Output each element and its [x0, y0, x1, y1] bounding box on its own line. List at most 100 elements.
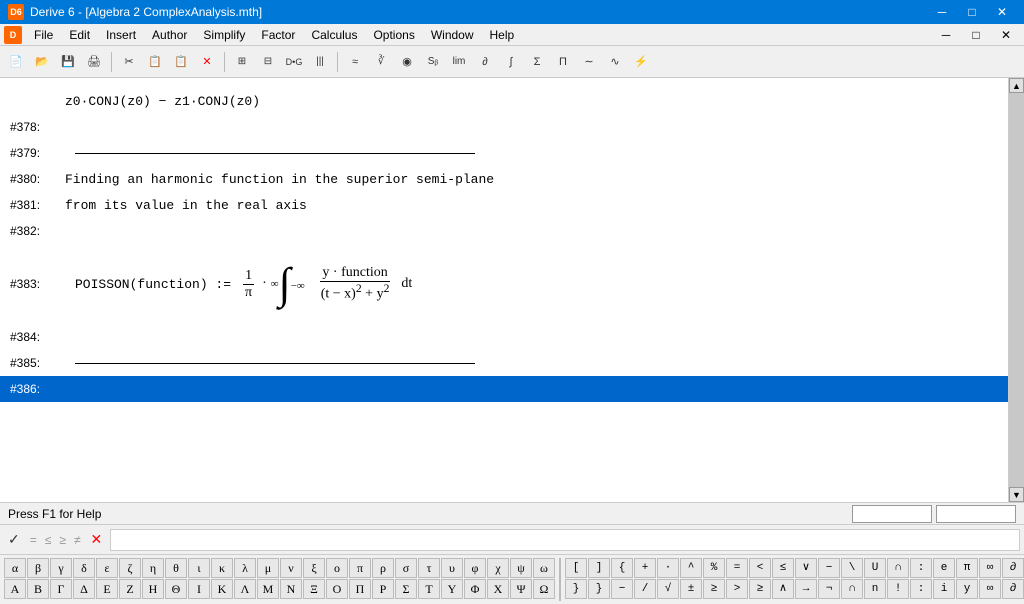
tb-partial[interactable]: ∂: [473, 50, 497, 74]
gk-tau-upper[interactable]: Τ: [418, 579, 440, 599]
op-plus[interactable]: +: [634, 558, 656, 578]
tb-sub[interactable]: Sᵦ: [421, 50, 445, 74]
tb-integral[interactable]: ∫: [499, 50, 523, 74]
gk-tau-lower[interactable]: τ: [418, 558, 440, 578]
tb-matrix[interactable]: ⊞: [230, 50, 254, 74]
inner-restore[interactable]: □: [962, 26, 990, 44]
inner-minimize[interactable]: ─: [932, 26, 960, 44]
op-pi[interactable]: π: [956, 558, 978, 578]
op-inf[interactable]: ∞: [979, 558, 1001, 578]
gk-psi-upper[interactable]: Ψ: [510, 579, 532, 599]
gk-phi-lower[interactable]: φ: [464, 558, 486, 578]
gk-delta-lower[interactable]: δ: [73, 558, 95, 578]
op-bracket-close[interactable]: ]: [588, 558, 610, 578]
gk-gamma-lower[interactable]: γ: [50, 558, 72, 578]
scroll-down[interactable]: ▼: [1009, 487, 1024, 502]
menu-insert[interactable]: Insert: [98, 26, 144, 44]
gk-psi-lower[interactable]: ψ: [510, 558, 532, 578]
menu-help[interactable]: Help: [482, 26, 523, 44]
menu-window[interactable]: Window: [423, 26, 482, 44]
scroll-up[interactable]: ▲: [1009, 78, 1024, 93]
gk-sigma-upper[interactable]: Σ: [395, 579, 417, 599]
op-minus[interactable]: −: [818, 558, 840, 578]
op-factorial[interactable]: !: [887, 579, 909, 599]
op-backslash[interactable]: \: [841, 558, 863, 578]
gk-kappa-upper[interactable]: Κ: [211, 579, 233, 599]
gk-xi-lower[interactable]: ξ: [303, 558, 325, 578]
tb-dg[interactable]: D•G: [282, 50, 306, 74]
gk-upsilon-upper[interactable]: Υ: [441, 579, 463, 599]
gk-theta-lower[interactable]: θ: [165, 558, 187, 578]
gk-pi-upper[interactable]: Π: [349, 579, 371, 599]
op-intersect[interactable]: ∩: [887, 558, 909, 578]
tb-grid[interactable]: |||: [308, 50, 332, 74]
gk-gamma-upper[interactable]: Γ: [50, 579, 72, 599]
op-brace-close1[interactable]: }: [565, 579, 587, 599]
gk-omicron-upper[interactable]: Ο: [326, 579, 348, 599]
op-brace-close2[interactable]: }: [588, 579, 610, 599]
tb-copy[interactable]: 📋: [143, 50, 167, 74]
content-area[interactable]: z0·CONJ(z0) − z1·CONJ(z0) #378: #379: #3…: [0, 78, 1008, 502]
op-geq[interactable]: ≥: [703, 579, 725, 599]
menu-calculus[interactable]: Calculus: [303, 26, 365, 44]
gk-lambda-lower[interactable]: λ: [234, 558, 256, 578]
op-caret[interactable]: ^: [680, 558, 702, 578]
tb-flash[interactable]: ⚡: [629, 50, 653, 74]
op-partial3[interactable]: ∂: [1002, 579, 1024, 599]
menu-file[interactable]: File: [26, 26, 61, 44]
tb-nthroot[interactable]: ∛: [369, 50, 393, 74]
gk-lambda-upper[interactable]: Λ: [234, 579, 256, 599]
op-leq[interactable]: ≤: [772, 558, 794, 578]
op-plusminus[interactable]: ±: [680, 579, 702, 599]
gk-mu-lower[interactable]: μ: [257, 558, 279, 578]
op-equals[interactable]: =: [726, 558, 748, 578]
op-intersect2[interactable]: ∩: [841, 579, 863, 599]
gk-omicron-lower[interactable]: ο: [326, 558, 348, 578]
gk-pi-lower[interactable]: π: [349, 558, 371, 578]
minimize-button[interactable]: ─: [928, 3, 956, 21]
tb-cut[interactable]: ✂: [117, 50, 141, 74]
op-inf2[interactable]: ∞: [979, 579, 1001, 599]
op-geq2[interactable]: ≥: [749, 579, 771, 599]
tb-vector[interactable]: ⊟: [256, 50, 280, 74]
gk-phi-upper[interactable]: Φ: [464, 579, 486, 599]
gk-theta-upper[interactable]: Θ: [165, 579, 187, 599]
op-brace-open[interactable]: {: [611, 558, 633, 578]
tb-delete[interactable]: ✕: [195, 50, 219, 74]
op-n[interactable]: n: [864, 579, 886, 599]
menu-author[interactable]: Author: [144, 26, 195, 44]
tb-save[interactable]: 💾: [56, 50, 80, 74]
input-cancel[interactable]: ✕: [87, 531, 107, 548]
op-less[interactable]: <: [749, 558, 771, 578]
op-dot[interactable]: ·: [657, 558, 679, 578]
gk-delta-upper[interactable]: Δ: [73, 579, 95, 599]
gk-beta-lower[interactable]: β: [27, 558, 49, 578]
gk-rho-lower[interactable]: ρ: [372, 558, 394, 578]
op-euler[interactable]: e: [933, 558, 955, 578]
gk-zeta-lower[interactable]: ζ: [119, 558, 141, 578]
op-percent[interactable]: %: [703, 558, 725, 578]
line-386[interactable]: #386:: [0, 376, 1008, 402]
gk-chi-lower[interactable]: χ: [487, 558, 509, 578]
scrollbar[interactable]: ▲ ▼: [1008, 78, 1024, 502]
input-field[interactable]: [110, 529, 1020, 551]
tb-open[interactable]: 📂: [30, 50, 54, 74]
gk-iota-upper[interactable]: Ι: [188, 579, 210, 599]
gk-kappa-lower[interactable]: κ: [211, 558, 233, 578]
gk-beta-upper[interactable]: Β: [27, 579, 49, 599]
gk-sigma-lower[interactable]: σ: [395, 558, 417, 578]
op-not[interactable]: ¬: [818, 579, 840, 599]
tb-wave[interactable]: ∿: [603, 50, 627, 74]
op-colon2[interactable]: :: [910, 579, 932, 599]
tb-sum[interactable]: Σ: [525, 50, 549, 74]
op-i[interactable]: i: [933, 579, 955, 599]
gk-mu-upper[interactable]: Μ: [257, 579, 279, 599]
gk-omega-lower[interactable]: ω: [533, 558, 555, 578]
menu-factor[interactable]: Factor: [253, 26, 303, 44]
gk-omega-upper[interactable]: Ω: [533, 579, 555, 599]
tb-lim[interactable]: lim: [447, 50, 471, 74]
gk-xi-upper[interactable]: Ξ: [303, 579, 325, 599]
op-or[interactable]: ∨: [795, 558, 817, 578]
gk-upsilon-lower[interactable]: υ: [441, 558, 463, 578]
tb-paste[interactable]: 📋: [169, 50, 193, 74]
